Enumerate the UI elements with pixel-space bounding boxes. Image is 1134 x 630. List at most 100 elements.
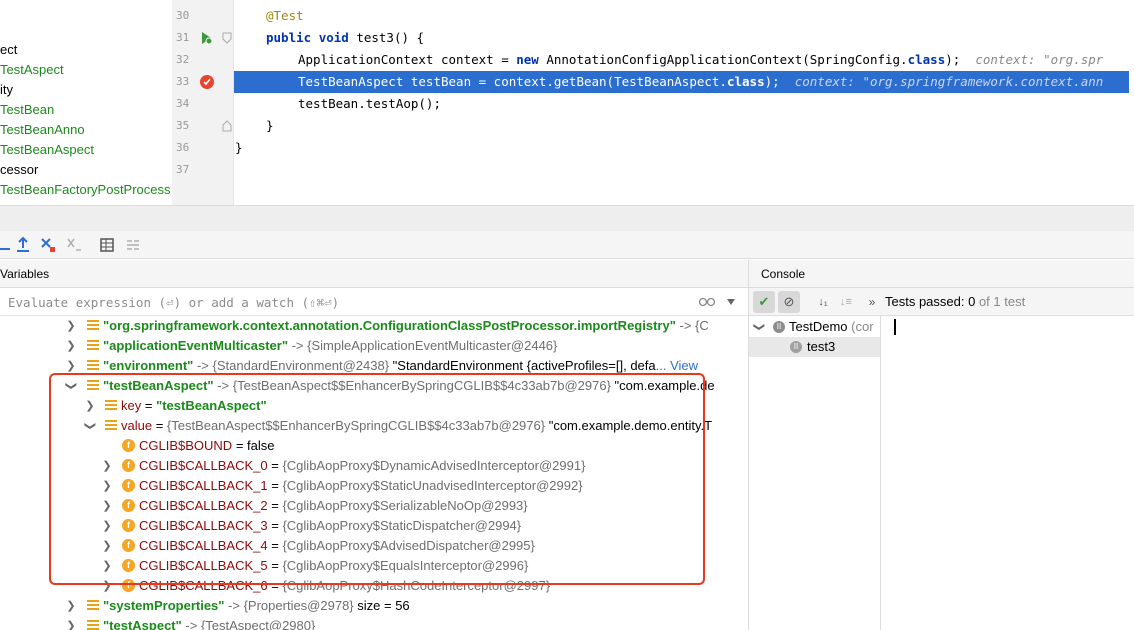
variable-row[interactable]: ❯ "org.springframework.context.annotatio…: [0, 316, 748, 336]
more-icon[interactable]: »: [861, 291, 883, 313]
evaluate-bar: [0, 288, 748, 316]
breakpoint-icon[interactable]: [199, 74, 215, 90]
map-entry-icon: [87, 340, 99, 351]
evaluate-table-icon[interactable]: [97, 235, 117, 255]
test-ignored-icon: II: [773, 321, 785, 333]
line-number: 30: [176, 9, 190, 22]
test-tree[interactable]: ❯ II TestDemo (cor II test3: [748, 316, 881, 630]
fold-icon[interactable]: [222, 32, 232, 44]
variable-value: {StandardEnvironment@2438}: [212, 358, 390, 373]
variable-string-preview: "StandardEnvironment {activeProfiles=[],…: [389, 358, 656, 373]
variables-title: Variables: [0, 267, 50, 281]
debug-tool-window-header: [0, 205, 1134, 231]
show-ignored-icon[interactable]: ⊘: [778, 291, 800, 313]
force-step-icon[interactable]: [64, 235, 84, 255]
code-text: test3() {: [348, 30, 425, 45]
tab-console[interactable]: Console: [761, 267, 805, 281]
chevron-down-icon[interactable]: ❯: [749, 321, 769, 333]
arrow-text: ->: [224, 598, 244, 613]
project-tree: ect TestAspect ity TestBean TestBeanAnno…: [0, 0, 172, 205]
test-tree-root[interactable]: ❯ II TestDemo (cor: [749, 317, 880, 337]
step-out-icon[interactable]: [13, 235, 33, 255]
run-to-cursor-icon[interactable]: [38, 235, 58, 255]
tree-item[interactable]: TestBeanFactoryPostProcess: [0, 180, 171, 200]
code-line-30: @Test: [266, 5, 304, 27]
variable-row[interactable]: ❯ "applicationEventMulticaster" -> {Simp…: [0, 336, 748, 356]
map-entry-icon: [87, 600, 99, 611]
show-passed-icon[interactable]: ✔: [753, 291, 775, 313]
code-text: ApplicationContext context =: [298, 52, 517, 67]
tests-label: Tests passed:: [885, 294, 969, 309]
keyword-token: void: [318, 30, 349, 45]
arrow-text: ->: [675, 318, 696, 333]
line-number: 36: [176, 141, 190, 154]
variable-name: "environment": [103, 358, 194, 373]
glasses-icon[interactable]: [698, 296, 716, 308]
tree-item[interactable]: TestAspect: [0, 60, 64, 80]
sort-duration-icon[interactable]: ↓≡: [835, 291, 857, 313]
step-over-icon[interactable]: [0, 235, 14, 255]
keyword-token: public: [266, 30, 312, 45]
tree-item[interactable]: cessor: [0, 160, 38, 180]
chevron-right-icon[interactable]: ❯: [65, 596, 77, 616]
arrow-text: ->: [181, 618, 201, 630]
inline-value-hint: context: "org.spr: [975, 52, 1104, 67]
code-text: );: [945, 52, 961, 67]
code-text: AnnotationConfigApplicationContext(Sprin…: [538, 52, 908, 67]
code-line-34: testBean.testAop();: [298, 96, 441, 111]
line-number: 32: [176, 53, 190, 66]
test-runner-toolbar: ✔ ⊘ ↓₁ ↓≡ » Tests passed: 0 of 1 test: [748, 288, 1134, 316]
view-link[interactable]: ... View: [656, 358, 698, 373]
text-cursor: [894, 319, 896, 335]
code-line-33-current: TestBeanAspect testBean = context.getBea…: [234, 71, 1129, 93]
code-text: TestBeanAspect testBean = context.getBea…: [298, 74, 727, 89]
variable-value: {Properties@2978}: [243, 598, 354, 613]
variable-value: {TestAspect@2980}: [200, 618, 316, 630]
run-test-icon[interactable]: [198, 30, 214, 46]
map-entry-icon: [87, 360, 99, 371]
test-ignored-icon: II: [790, 341, 802, 353]
variable-size: size = 56: [353, 598, 410, 613]
keyword-token: class: [907, 52, 946, 67]
tree-item[interactable]: ect: [0, 40, 17, 60]
fold-icon[interactable]: [222, 120, 232, 132]
variable-name: "applicationEventMulticaster": [103, 338, 288, 353]
suite-name: TestDemo: [789, 319, 848, 334]
code-editor[interactable]: @Test public void test3() { ApplicationC…: [234, 0, 1134, 205]
tree-item[interactable]: TestBeanAnno: [0, 120, 85, 140]
chevron-right-icon[interactable]: ❯: [65, 616, 77, 630]
line-number: 31: [176, 31, 190, 44]
test-tree-item[interactable]: II test3: [749, 337, 880, 357]
code-line-35: }: [266, 118, 274, 133]
keyword-token: class: [726, 74, 765, 89]
annotation-token: @Test: [266, 8, 304, 23]
tree-item[interactable]: TestBeanAspect: [0, 140, 94, 160]
inline-value-hint: context: "org.springframework.context.an…: [794, 74, 1104, 89]
test-suite-label: TestDemo (cor: [789, 317, 874, 337]
code-line-32: ApplicationContext context = new Annotat…: [298, 49, 1103, 71]
map-entry-icon: [87, 620, 99, 630]
code-line-36: }: [235, 140, 243, 155]
sort-alpha-icon[interactable]: ↓₁: [812, 291, 834, 313]
variable-row[interactable]: ❯ "systemProperties" -> {Properties@2978…: [0, 596, 748, 616]
trace-icon[interactable]: [123, 235, 143, 255]
tests-suffix: of 1 test: [975, 294, 1026, 309]
chevron-right-icon[interactable]: ❯: [65, 336, 77, 356]
variable-value: {SimpleApplicationEventMulticaster@2446}: [307, 338, 558, 353]
tree-item[interactable]: TestBean: [0, 100, 54, 120]
variable-name: "testAspect": [103, 618, 182, 630]
variable-value: {C: [695, 318, 709, 333]
chevron-down-icon[interactable]: [726, 298, 736, 306]
variable-name: "systemProperties": [103, 598, 225, 613]
suite-suffix: (cor: [847, 319, 874, 334]
chevron-right-icon[interactable]: ❯: [65, 316, 77, 336]
tests-status: Tests passed: 0 of 1 test: [885, 294, 1025, 309]
debug-toolbar: [0, 231, 1134, 259]
evaluate-expression-input[interactable]: [8, 292, 668, 312]
code-text: );: [764, 74, 780, 89]
variable-row[interactable]: ❯ "testAspect" -> {TestAspect@2980}: [0, 616, 748, 630]
console-header: Console: [748, 260, 1134, 288]
console-output[interactable]: [882, 316, 1134, 630]
tree-item[interactable]: ity: [0, 80, 13, 100]
arrow-text: ->: [193, 358, 213, 373]
